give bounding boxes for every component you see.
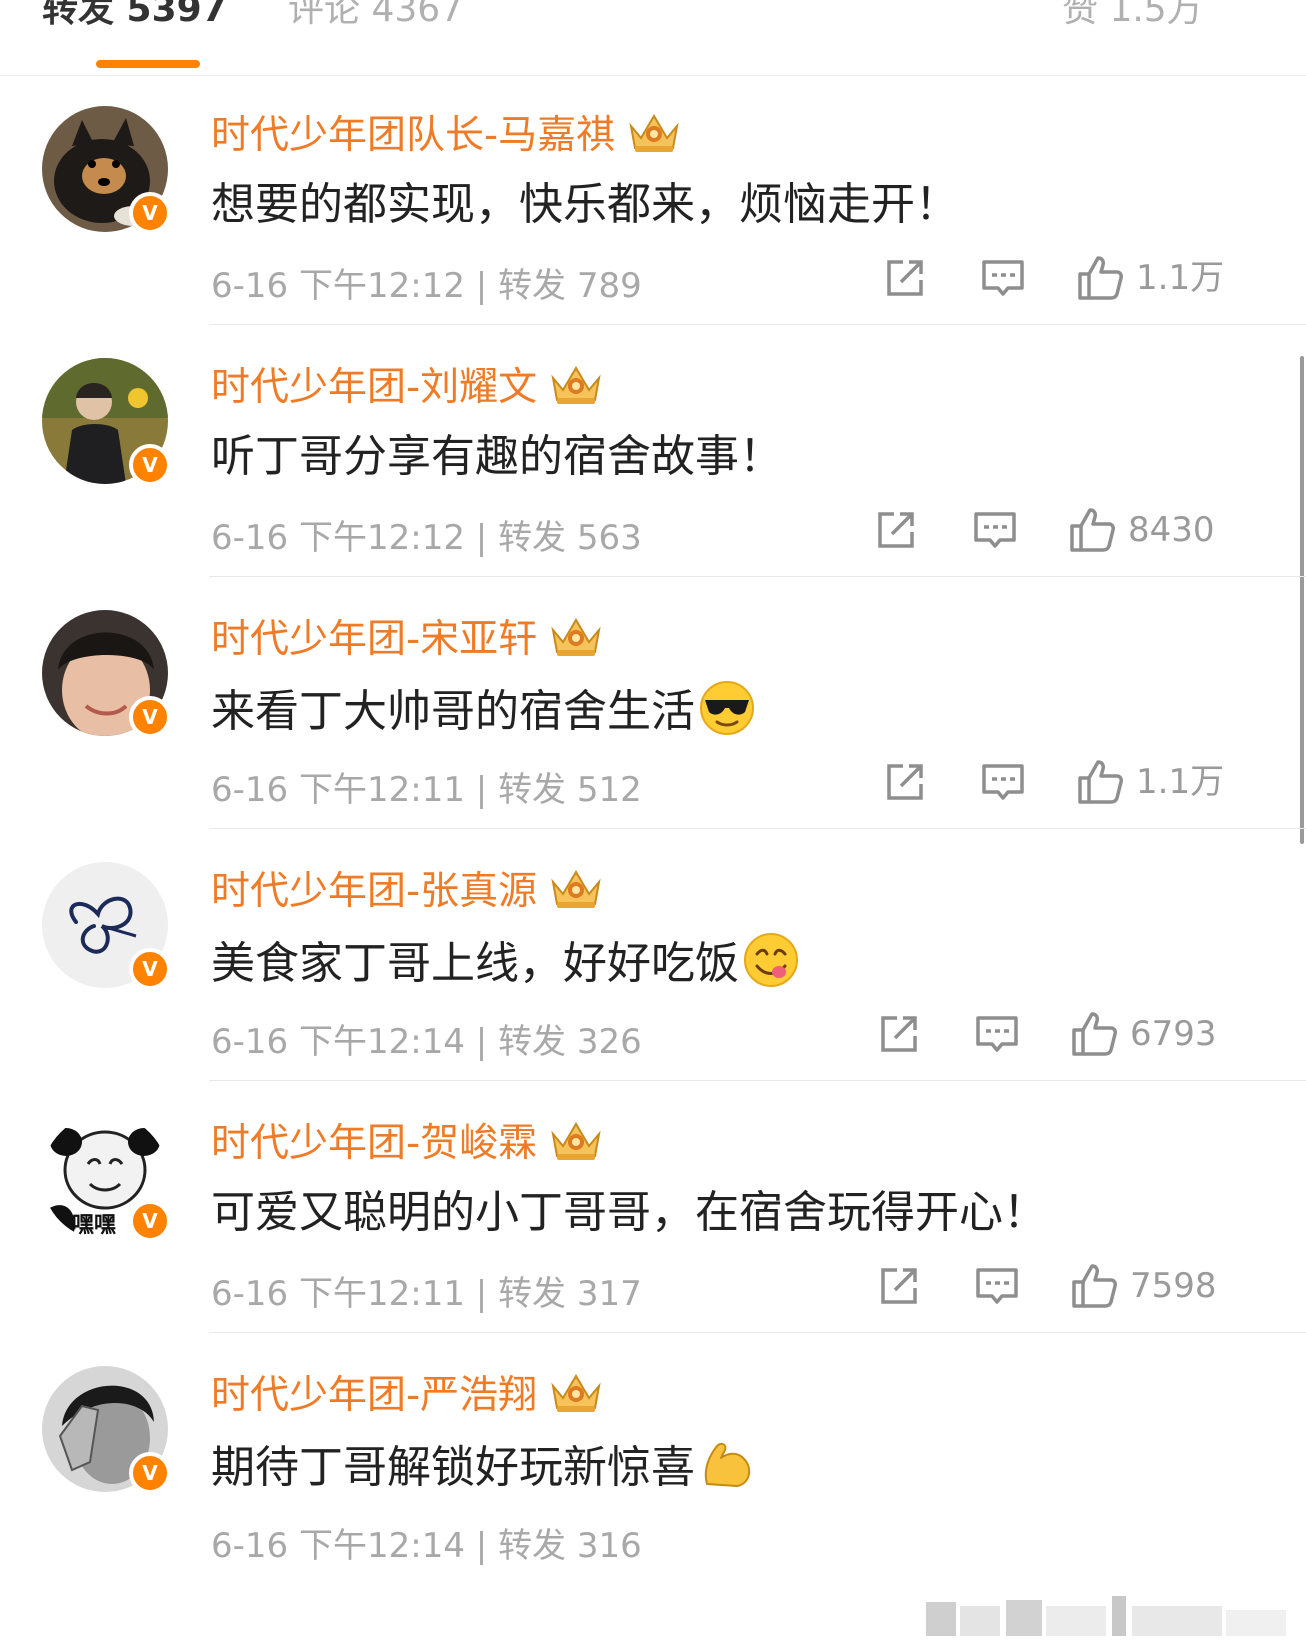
like-button[interactable]: 7598 xyxy=(1070,1262,1217,1310)
yum-emoji-icon xyxy=(744,933,798,987)
repost-count: 转发 563 xyxy=(498,518,642,558)
divider xyxy=(209,1332,1306,1333)
tab-comment[interactable]: 评论 4367 xyxy=(288,0,463,32)
comment-item: 嘿嘿 V 时代少年团-贺峻霖 可爱又聪明的小丁哥哥，在宿舍玩得开心！ 6-16 … xyxy=(0,1084,1306,1349)
thumbs-up-icon xyxy=(1070,508,1116,552)
thumbs-up-icon xyxy=(1078,256,1124,300)
repost-icon[interactable] xyxy=(874,508,920,552)
like-button[interactable]: 8430 xyxy=(1068,506,1215,554)
like-count: 7598 xyxy=(1130,1266,1217,1306)
comment-icon[interactable] xyxy=(974,1012,1020,1056)
repost-icon[interactable] xyxy=(883,256,929,300)
repost-icon[interactable] xyxy=(877,1264,923,1308)
verified-badge-icon: V xyxy=(129,1452,171,1494)
divider xyxy=(209,1080,1306,1081)
verified-badge-icon: V xyxy=(129,1200,171,1242)
timestamp: 6-16 下午12:11 xyxy=(211,1274,465,1314)
tab-like[interactable]: 赞 1.5万 xyxy=(1062,0,1203,32)
crown-icon xyxy=(552,367,601,405)
comment-item: V 时代少年团-刘耀文 听丁哥分享有趣的宿舍故事！ 6-16 下午12:12 |… xyxy=(0,328,1306,593)
like-count: 1.1万 xyxy=(1136,762,1225,802)
repost-count: 转发 316 xyxy=(498,1526,642,1566)
commenter-name[interactable]: 时代少年团-贺峻霖 xyxy=(211,1116,605,1169)
crown-icon xyxy=(552,1123,601,1161)
comment-meta: 6-16 下午12:14 | 转发 316 xyxy=(211,1526,642,1566)
crown-icon xyxy=(552,619,601,657)
repost-count: 转发 789 xyxy=(498,266,642,306)
thumbs-up-icon xyxy=(1072,1012,1118,1056)
commenter-name[interactable]: 时代少年团-张真源 xyxy=(211,864,605,917)
commenter-name[interactable]: 时代少年团队长-马嘉祺 xyxy=(211,108,683,161)
comment-item: V 时代少年团队长-马嘉祺 想要的都实现，快乐都来，烦恼走开！ 6-16 下午1… xyxy=(0,76,1306,341)
comment-text: 来看丁大帅哥的宿舍生活 xyxy=(211,680,755,741)
tab-repost[interactable]: 转发 5397 xyxy=(42,0,227,32)
verified-badge-icon: V xyxy=(129,444,171,486)
comment-item: V 时代少年团-张真源 美食家丁哥上线，好好吃饭 6-16 下午12:14 | … xyxy=(0,832,1306,1097)
divider xyxy=(209,576,1306,577)
repost-count: 转发 512 xyxy=(498,770,642,810)
commenter-name[interactable]: 时代少年团-宋亚轩 xyxy=(211,612,605,665)
repost-icon[interactable] xyxy=(883,760,929,804)
blurred-action-bar xyxy=(926,1596,1286,1636)
sunglasses-emoji-icon xyxy=(700,681,754,735)
commenter-name[interactable]: 时代少年团-刘耀文 xyxy=(211,360,605,413)
verified-badge-icon: V xyxy=(129,948,171,990)
comment-text: 想要的都实现，快乐都来，烦恼走开！ xyxy=(211,179,959,230)
comment-item: V 时代少年团-宋亚轩 来看丁大帅哥的宿舍生活 6-16 下午12:11 | 转… xyxy=(0,580,1306,845)
verified-badge-icon: V xyxy=(129,192,171,234)
svg-text:嘿嘿: 嘿嘿 xyxy=(72,1213,116,1238)
repost-count: 转发 317 xyxy=(498,1274,642,1314)
like-count: 6793 xyxy=(1130,1014,1217,1054)
like-button[interactable]: 6793 xyxy=(1070,1010,1217,1058)
timestamp: 6-16 下午12:11 xyxy=(211,770,465,810)
commenter-name[interactable]: 时代少年团-严浩翔 xyxy=(211,1368,605,1421)
muscle-emoji-icon xyxy=(704,1442,751,1487)
thumbs-up-icon xyxy=(1072,1264,1118,1308)
timestamp: 6-16 下午12:12 xyxy=(211,518,465,558)
comment-meta: 6-16 下午12:12 | 转发 563 xyxy=(211,518,642,558)
crown-icon xyxy=(630,115,679,153)
comment-text: 可爱又聪明的小丁哥哥，在宿舍玩得开心！ xyxy=(211,1187,1047,1238)
tab-bar: 转发 5397 评论 4367 赞 1.5万 xyxy=(0,0,1306,76)
like-count: 1.1万 xyxy=(1136,258,1225,298)
comment-text: 美食家丁哥上线，好好吃饭 xyxy=(211,932,799,993)
comment-meta: 6-16 下午12:14 | 转发 326 xyxy=(211,1022,642,1062)
crown-icon xyxy=(552,1375,601,1413)
divider xyxy=(209,324,1306,325)
comment-icon[interactable] xyxy=(974,1264,1020,1308)
crown-icon xyxy=(552,871,601,909)
comment-icon[interactable] xyxy=(980,760,1026,804)
like-button[interactable]: 1.1万 xyxy=(1076,254,1224,302)
verified-badge-icon: V xyxy=(129,696,171,738)
timestamp: 6-16 下午12:14 xyxy=(211,1022,465,1062)
thumbs-up-icon xyxy=(1078,760,1124,804)
comment-text: 期待丁哥解锁好玩新惊喜 xyxy=(211,1436,755,1497)
comment-text: 听丁哥分享有趣的宿舍故事！ xyxy=(211,431,783,482)
comment-item: V 时代少年团-严浩翔 期待丁哥解锁好玩新惊喜 6-16 下午12:14 | 转… xyxy=(0,1336,1306,1601)
like-button[interactable]: 1.1万 xyxy=(1076,758,1224,806)
comment-meta: 6-16 下午12:11 | 转发 317 xyxy=(211,1274,642,1314)
comment-meta: 6-16 下午12:12 | 转发 789 xyxy=(211,266,642,306)
like-count: 8430 xyxy=(1128,510,1215,550)
active-tab-indicator xyxy=(96,60,200,68)
comment-icon[interactable] xyxy=(972,508,1018,552)
divider xyxy=(209,828,1306,829)
timestamp: 6-16 下午12:14 xyxy=(211,1526,465,1566)
timestamp: 6-16 下午12:12 xyxy=(211,266,465,306)
comment-icon[interactable] xyxy=(980,256,1026,300)
comment-meta: 6-16 下午12:11 | 转发 512 xyxy=(211,770,642,810)
repost-count: 转发 326 xyxy=(498,1022,642,1062)
repost-icon[interactable] xyxy=(877,1012,923,1056)
